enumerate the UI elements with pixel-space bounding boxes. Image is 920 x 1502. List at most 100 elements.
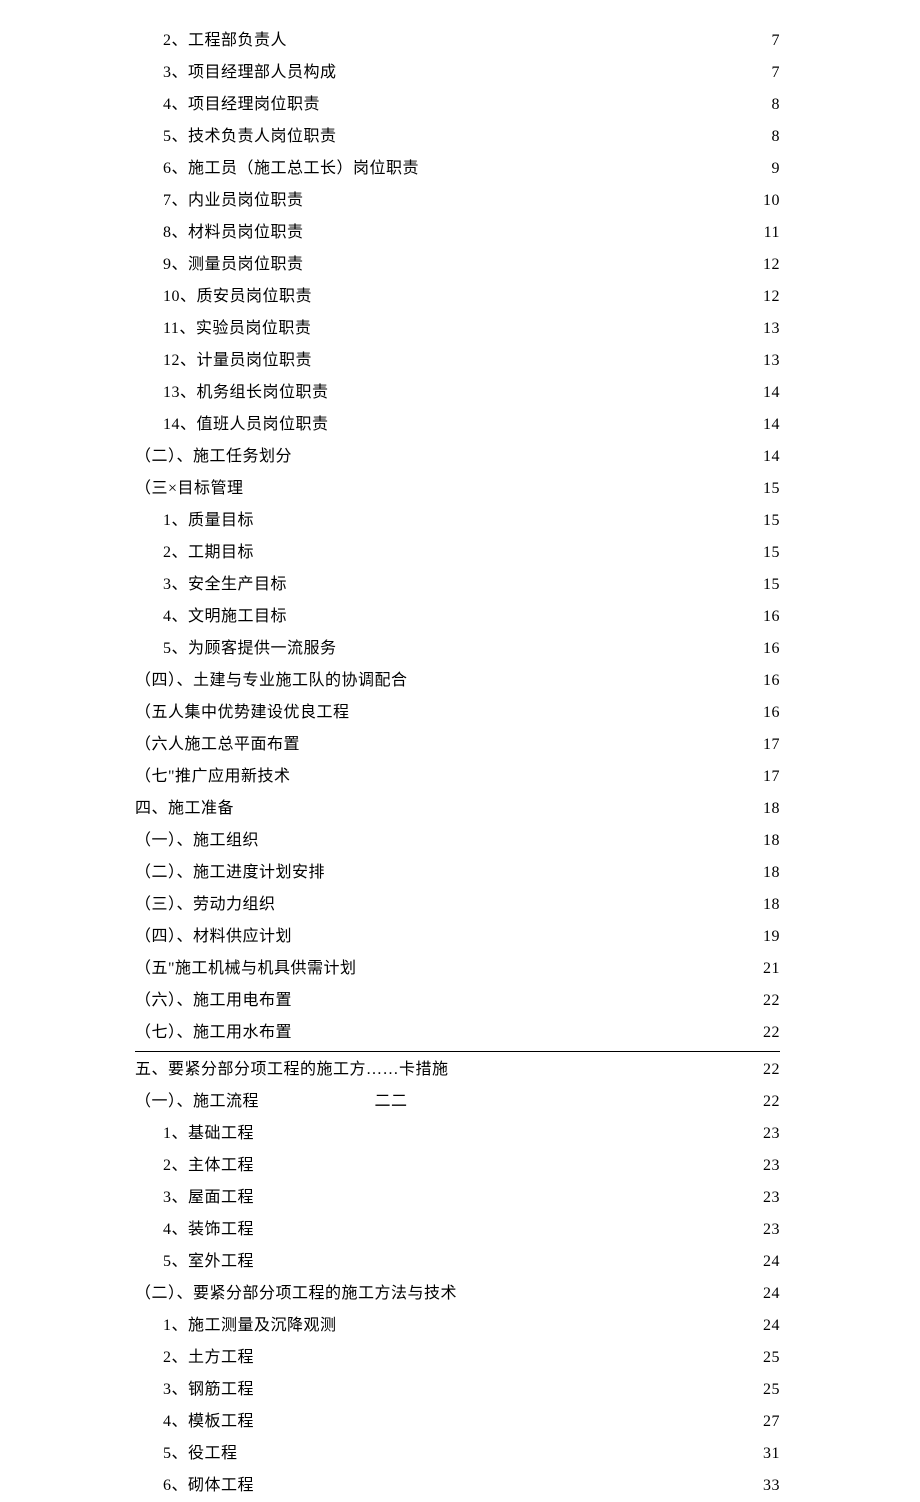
- toc-leader-dots: [330, 861, 761, 877]
- toc-entry-page: 16: [761, 633, 780, 665]
- toc-entry-page: 16: [761, 697, 780, 729]
- toc-leader-dots: [341, 61, 769, 77]
- toc-entry: 3、屋面工程 23: [135, 1182, 780, 1214]
- toc-leader-dots: [333, 413, 761, 429]
- toc-entry: 9、测量员岗位职责 12: [135, 249, 780, 281]
- toc-entry-label: （五人集中优势建设优良工程: [135, 697, 354, 729]
- toc-entry-label: 2、工程部负责人: [163, 25, 292, 57]
- toc-entry: （二）、施工任务划分 14: [135, 441, 780, 473]
- toc-entry-page: 12: [761, 249, 780, 281]
- toc-leader-dots: [292, 605, 761, 621]
- toc-leader-dots: [325, 93, 770, 109]
- toc-entry: 4、文明施工目标 16: [135, 601, 780, 633]
- toc-entry-page: 18: [761, 889, 780, 921]
- toc-leader-dots: [292, 29, 770, 45]
- toc-entry: 14、值班人员岗位职责 14: [135, 409, 780, 441]
- toc-entry: 3、项目经理部人员构成 7: [135, 57, 780, 89]
- toc-entry: 4、项目经理岗位职责 8: [135, 89, 780, 121]
- toc-entry-label: （二）、施工任务划分: [135, 441, 297, 473]
- toc-entry-label: 3、屋面工程: [163, 1182, 259, 1214]
- toc-leader-dots: [317, 349, 761, 365]
- toc-leader-dots: [259, 509, 761, 525]
- toc-entry-page: 23: [761, 1214, 780, 1246]
- toc-leader-dots: [333, 381, 761, 397]
- toc-entry-label: （二）、施工进度计划安排: [135, 857, 330, 889]
- toc-leader-dots: [292, 573, 761, 589]
- toc-entry: 3、钢筋工程 25: [135, 1374, 780, 1406]
- toc-entry: 2、土方工程 25: [135, 1342, 780, 1374]
- toc-entry: 1、施工测量及沉降观测 24: [135, 1310, 780, 1342]
- toc-leader-dots: [259, 1346, 761, 1362]
- toc-entry-page: 22: [761, 1054, 780, 1086]
- toc-entry-page: 9: [770, 153, 781, 185]
- toc-entry: 5、技术负责人岗位职责 8: [135, 121, 780, 153]
- toc-leader-dots: [317, 285, 761, 301]
- toc-entry: （三×目标管理 15: [135, 473, 780, 505]
- toc-entry-page: 22: [761, 1017, 780, 1049]
- toc-entry: （六人施工总平面布置 17: [135, 729, 780, 761]
- toc-leader-dots: [453, 1058, 761, 1074]
- toc-entry: 五、要紧分部分项工程的施工方……卡措施 22: [135, 1054, 780, 1086]
- toc-entry-page: 17: [761, 729, 780, 761]
- toc-leader-dots: [308, 221, 762, 237]
- toc-entry-page: 13: [761, 345, 780, 377]
- toc-entry: （三）、劳动力组织 18: [135, 889, 780, 921]
- toc-entry-page: 8: [770, 89, 781, 121]
- toc-entry-label: 14、值班人员岗位职责: [163, 409, 333, 441]
- toc-entry: 5、役工程 31: [135, 1438, 780, 1470]
- toc-entry-label: （四）、材料供应计划: [135, 921, 297, 953]
- toc-entry-page: 22: [761, 985, 780, 1017]
- toc-entry-page: 12: [761, 281, 780, 313]
- toc-entry-label: 4、模板工程: [163, 1406, 259, 1438]
- toc-entry-label: 2、主体工程: [163, 1150, 259, 1182]
- toc-entry-page: 24: [761, 1246, 780, 1278]
- toc-entry-label: 5、役工程: [163, 1438, 242, 1470]
- toc-entry-label: 6、施工员（施工总工长）岗位职责: [163, 153, 424, 185]
- toc-entry: 5、为顾客提供一流服务 16: [135, 633, 780, 665]
- toc-entry-label: （五"施工机械与机具供需计划: [135, 953, 361, 985]
- table-of-contents: 2、工程部负责人 73、项目经理部人员构成 74、项目经理岗位职责 85、技术负…: [135, 25, 780, 1502]
- toc-entry-label: 5、为顾客提供一流服务: [163, 633, 341, 665]
- toc-entry: （六）、施工用电布置 22: [135, 985, 780, 1017]
- toc-entry: 2、工程部负责人 7: [135, 25, 780, 57]
- toc-entry-label: 8、材料员岗位职责: [163, 217, 308, 249]
- toc-entry-label: 4、项目经理岗位职责: [163, 89, 325, 121]
- toc-entry: （七"推广应用新技术 17: [135, 761, 780, 793]
- toc-entry-page: 15: [761, 473, 780, 505]
- toc-entry-page: 25: [761, 1374, 780, 1406]
- toc-leader-dots: [239, 797, 761, 813]
- toc-entry: （五"施工机械与机具供需计划 21: [135, 953, 780, 985]
- toc-entry-page: 13: [761, 313, 780, 345]
- toc-entry-page: 10: [761, 185, 780, 217]
- toc-entry-label: （三）、劳动力组织: [135, 889, 280, 921]
- toc-entry: 2、工期目标 15: [135, 537, 780, 569]
- toc-entry-label: 2、土方工程: [163, 1342, 259, 1374]
- toc-entry-label: 7、内业员岗位职责: [163, 185, 308, 217]
- toc-entry: 四、施工准备 18: [135, 793, 780, 825]
- toc-entry-page: 7: [770, 57, 781, 89]
- toc-leader-dots: [361, 957, 761, 973]
- toc-entry-page: 15: [761, 537, 780, 569]
- toc-entry: 8、材料员岗位职责 11: [135, 217, 780, 249]
- toc-leader-dots: [259, 1410, 761, 1426]
- toc-entry-page: 18: [761, 793, 780, 825]
- toc-entry-page: 7: [770, 25, 781, 57]
- toc-leader-dots: [248, 477, 761, 493]
- toc-entry-label: 五、要紧分部分项工程的施工方……卡措施: [135, 1054, 453, 1086]
- toc-entry: 1、质量目标 15: [135, 505, 780, 537]
- toc-entry-label: （二）、要紧分部分项工程的施工方法与技术: [135, 1278, 462, 1310]
- toc-entry: （四）、材料供应计划 19: [135, 921, 780, 953]
- toc-entry: 6、砌体工程 33: [135, 1470, 780, 1502]
- toc-leader-dots: [341, 125, 769, 141]
- toc-entry-page: 22: [761, 1086, 780, 1118]
- toc-entry-page: 23: [761, 1182, 780, 1214]
- toc-leader-dots: [242, 1442, 761, 1458]
- toc-leader-dots: [341, 1314, 761, 1330]
- toc-entry-page: 14: [761, 441, 780, 473]
- toc-entry-label: 11、实验员岗位职责: [163, 313, 316, 345]
- toc-leader-dots: [316, 317, 761, 333]
- toc-entry-label: （七）、施工用水布置: [135, 1017, 297, 1049]
- toc-entry: （一）、施工流程 二二 22: [135, 1086, 780, 1118]
- toc-leader-dots: [297, 445, 761, 461]
- toc-entry-label: （四）、土建与专业施工队的协调配合: [135, 665, 412, 697]
